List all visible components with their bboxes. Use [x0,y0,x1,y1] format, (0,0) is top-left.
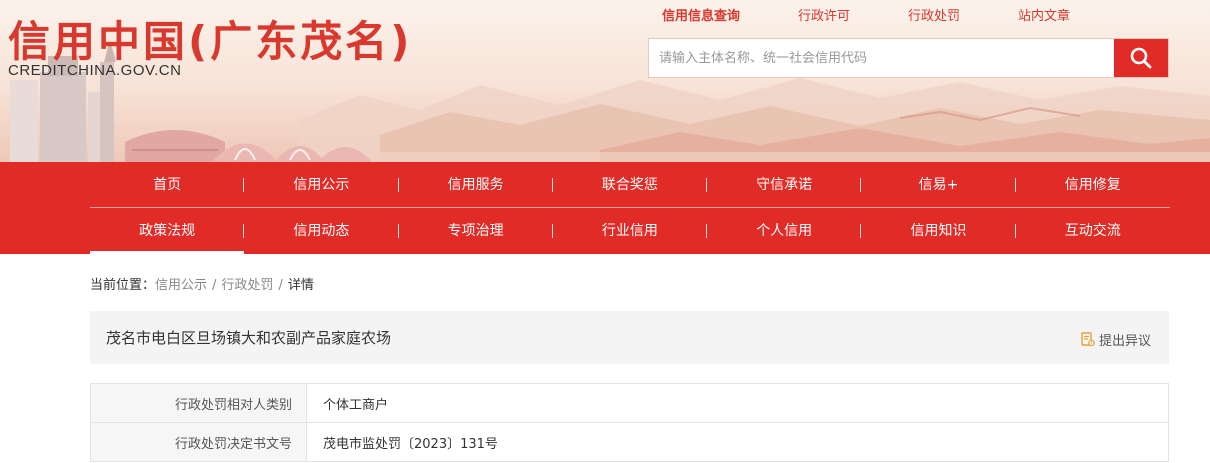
nav-row-1: 首页 信用公示 信用服务 联合奖惩 守信承诺 信易+ 信用修复 [90,162,1170,208]
row-value: 个体工商户 [306,383,1169,423]
nav-row-2: 政策法规 信用动态 专项治理 行业信用 个人信用 信用知识 互动交流 [90,208,1170,254]
nav-item-policy-regulations[interactable]: 政策法规 [90,208,245,254]
nav-item-credit-publicity[interactable]: 信用公示 [244,162,399,208]
header-banner: 信用中国(广东茂名) CREDITCHINA.GOV.CN 信用信息查询 行政许… [0,0,1210,162]
search-icon [1130,47,1152,69]
site-logo-url: CREDITCHINA.GOV.CN [8,62,182,79]
raise-objection-label: 提出异议 [1098,334,1151,349]
nav-item-xinyi-plus[interactable]: 信易+ [861,162,1016,208]
table-row: 行政处罚相对人类别 个体工商户 [90,383,1169,423]
breadcrumb-separator: / [212,278,217,293]
breadcrumb-admin-penalty[interactable]: 行政处罚 [221,278,273,293]
breadcrumb-current: 详情 [287,278,314,293]
row-label: 行政处罚相对人类别 [90,383,307,423]
breadcrumb: 当前位置：信用公示 / 行政处罚 / 详情 [90,274,314,293]
breadcrumb-separator: / [278,278,283,293]
entity-name: 茂名市电白区旦场镇大和农副产品家庭农场 [106,329,392,347]
entity-title-panel: 茂名市电白区旦场镇大和农副产品家庭农场 提出异议 [90,311,1169,364]
nav-item-home[interactable]: 首页 [90,162,245,208]
breadcrumb-credit-publicity[interactable]: 信用公示 [155,278,207,293]
nav-item-credit-service[interactable]: 信用服务 [399,162,553,208]
penalty-detail-table: 行政处罚相对人类别 个体工商户 行政处罚决定书文号 茂电市监处罚〔2023〕13… [90,383,1169,462]
row-value: 茂电市监处罚〔2023〕131号 [306,422,1169,462]
top-links: 信用信息查询 行政许可 行政处罚 站内文章 [640,5,1070,24]
nav-item-special-governance[interactable]: 专项治理 [399,208,553,254]
nav-item-industry-credit[interactable]: 行业信用 [553,208,708,254]
search-button[interactable] [1114,39,1168,77]
nav-item-joint-reward-punishment[interactable]: 联合奖惩 [553,162,708,208]
search-input[interactable] [649,39,1114,77]
row-label: 行政处罚决定书文号 [90,422,307,462]
main-nav: 首页 信用公示 信用服务 联合奖惩 守信承诺 信易+ 信用修复 政策法规 信用动… [0,162,1210,254]
top-link-credit-query[interactable]: 信用信息查询 [662,5,740,24]
site-logo-title: 信用中国(广东茂名) [8,17,413,66]
objection-document-icon [1081,332,1095,347]
nav-item-credit-knowledge[interactable]: 信用知识 [861,208,1016,254]
nav-item-trust-commitment[interactable]: 守信承诺 [707,162,862,208]
top-link-admin-license[interactable]: 行政许可 [798,5,850,24]
nav-item-personal-credit[interactable]: 个人信用 [707,208,862,254]
nav-item-interaction[interactable]: 互动交流 [1016,208,1170,254]
top-link-site-articles[interactable]: 站内文章 [1018,5,1070,24]
table-row: 行政处罚决定书文号 茂电市监处罚〔2023〕131号 [90,422,1169,462]
nav-item-credit-repair[interactable]: 信用修复 [1016,162,1170,208]
search-box [648,38,1169,78]
nav-item-credit-news[interactable]: 信用动态 [244,208,399,254]
raise-objection-button[interactable]: 提出异议 [1081,330,1151,349]
top-link-admin-penalty[interactable]: 行政处罚 [908,5,960,24]
breadcrumb-prefix: 当前位置： [90,278,156,293]
